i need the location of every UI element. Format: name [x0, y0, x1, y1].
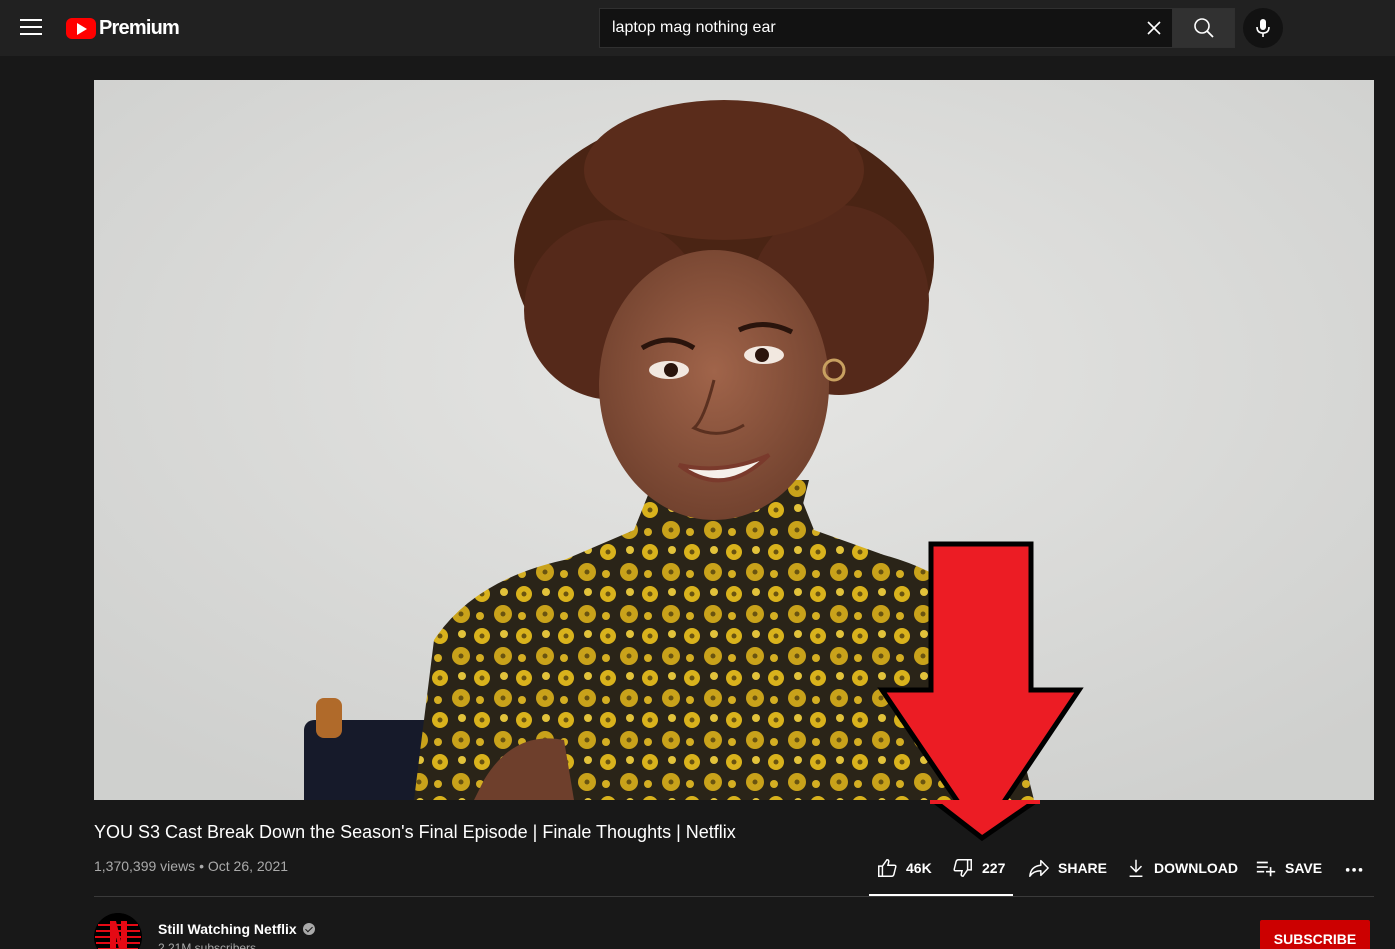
youtube-logo-icon [66, 17, 96, 39]
channel-name[interactable]: Still Watching Netflix [158, 921, 315, 937]
annotation-arrow-tip-icon [930, 800, 1040, 842]
share-button[interactable]: SHARE [1028, 856, 1107, 880]
mic-button[interactable] [1243, 8, 1283, 48]
meta-separator: • [199, 858, 204, 874]
download-icon [1129, 859, 1143, 877]
annotation-arrow-icon [877, 541, 1084, 800]
share-icon [1029, 859, 1049, 877]
share-label: SHARE [1058, 860, 1108, 876]
verified-icon [302, 923, 315, 935]
video-meta: 1,370,399 views • Oct 26, 2021 [94, 858, 288, 874]
logo-text: Premium [99, 16, 180, 39]
download-label: DOWNLOAD [1154, 860, 1238, 876]
save-label: SAVE [1285, 860, 1323, 876]
video-frame [94, 80, 1374, 800]
top-bar: Premium [0, 0, 1395, 56]
search-icon [1193, 18, 1214, 38]
avatar[interactable] [94, 913, 142, 949]
dislike-icon [953, 859, 972, 877]
like-count: 46K [906, 860, 932, 876]
subscriber-count: 2.21M subscribers [158, 941, 257, 949]
channel-name-text: Still Watching Netflix [158, 921, 297, 937]
video-player[interactable] [94, 80, 1374, 800]
view-count: 1,370,399 views [94, 858, 196, 874]
save-button[interactable]: SAVE [1255, 856, 1322, 880]
video-title: YOU S3 Cast Break Down the Season's Fina… [94, 822, 736, 842]
divider [94, 896, 1374, 897]
clear-icon[interactable] [1144, 18, 1164, 38]
youtube-logo[interactable]: Premium [66, 16, 180, 40]
download-button[interactable]: DOWNLOAD [1126, 856, 1238, 880]
search-box [599, 8, 1172, 48]
like-icon [878, 859, 897, 877]
mic-icon [1256, 19, 1270, 37]
search-button[interactable] [1172, 8, 1235, 48]
like-button[interactable]: 46K [876, 856, 932, 880]
dislike-count: 227 [982, 860, 1006, 876]
search-input[interactable] [612, 9, 1132, 47]
upload-date: Oct 26, 2021 [207, 858, 289, 874]
subscribe-button[interactable]: SUBSCRIBE [1260, 920, 1370, 949]
more-icon [1345, 868, 1363, 872]
netflix-logo-icon [94, 913, 142, 949]
menu-icon[interactable] [18, 16, 44, 40]
more-actions-button[interactable] [1344, 856, 1374, 880]
dislike-button[interactable]: 227 [952, 856, 1005, 880]
save-playlist-icon [1256, 861, 1276, 877]
